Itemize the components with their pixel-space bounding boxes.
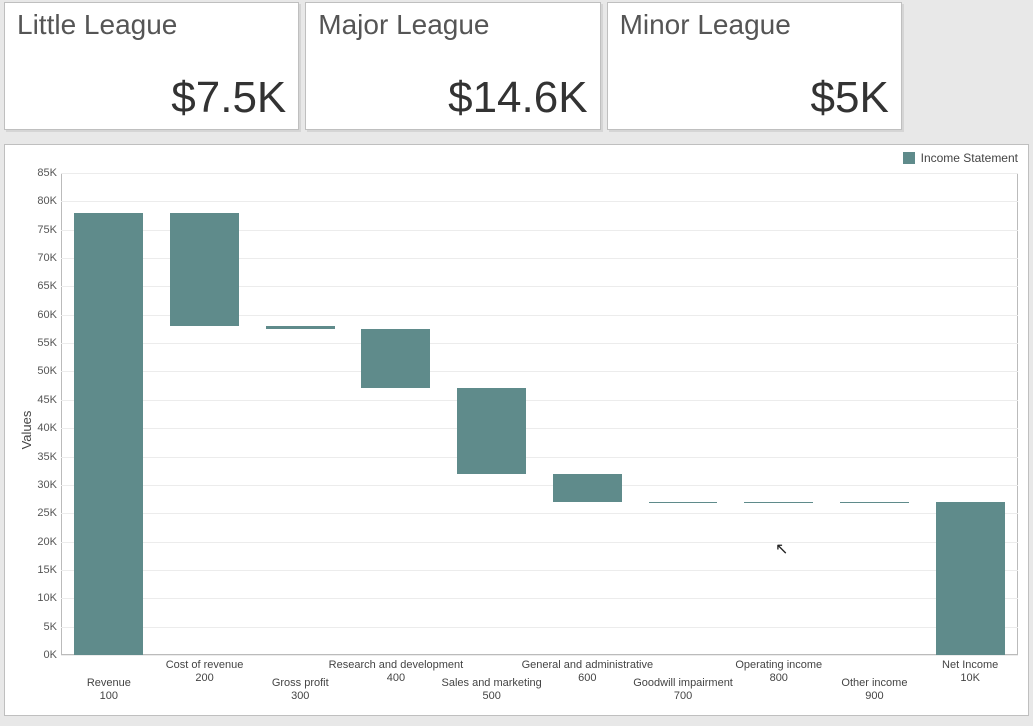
legend-label: Income Statement [921,151,1018,165]
kpi-card-little-league[interactable]: Little League $7.5K [4,2,299,130]
kpi-card-value: $5K [620,73,889,123]
waterfall-bar[interactable] [266,326,335,329]
y-tick-label: 5K [44,621,57,633]
chart-legend: Income Statement [903,151,1018,165]
kpi-card-minor-league[interactable]: Minor League $5K [607,2,902,130]
y-tick-label: 80K [37,195,57,207]
kpi-card-major-league[interactable]: Major League $14.6K [305,2,600,130]
waterfall-bar[interactable] [649,502,718,503]
y-tick-label: 10K [37,592,57,604]
waterfall-bar[interactable] [74,213,143,655]
waterfall-bar[interactable] [553,474,622,502]
x-tick-label: Other income900 [841,677,907,702]
y-tick-label: 85K [37,167,57,179]
y-tick-label: 70K [37,252,57,264]
waterfall-bar[interactable] [170,213,239,326]
x-tick-label: Revenue100 [87,677,131,702]
y-tick-label: 40K [37,422,57,434]
y-axis-label: Values [19,411,34,450]
y-tick-label: 60K [37,309,57,321]
y-tick-label: 30K [37,479,57,491]
kpi-card-title: Major League [318,9,587,41]
y-tick-label: 75K [37,224,57,236]
y-tick-label: 55K [37,337,57,349]
x-tick-label: Goodwill impairment700 [633,677,733,702]
y-tick-label: 0K [44,649,57,661]
waterfall-chart-panel[interactable]: Income Statement Values ↖ 0K5K10K15K20K2… [4,144,1029,716]
y-tick-label: 15K [37,564,57,576]
y-tick-label: 20K [37,536,57,548]
waterfall-bar[interactable] [361,329,430,389]
waterfall-bar[interactable] [744,502,813,503]
waterfall-bar[interactable] [457,388,526,473]
y-tick-label: 50K [37,365,57,377]
y-tick-label: 25K [37,507,57,519]
kpi-card-title: Minor League [620,9,889,41]
x-tick-label: Cost of revenue200 [166,659,244,684]
kpi-card-value: $14.6K [318,73,587,123]
y-tick-label: 65K [37,280,57,292]
waterfall-bar[interactable] [840,502,909,503]
kpi-cards-row: Little League $7.5K Major League $14.6K … [0,0,1033,130]
x-tick-label: Net Income10K [942,659,998,684]
kpi-card-title: Little League [17,9,286,41]
legend-swatch-icon [903,152,915,164]
y-tick-label: 45K [37,394,57,406]
x-tick-label: Operating income800 [735,659,822,684]
y-tick-label: 35K [37,451,57,463]
waterfall-bar[interactable] [936,502,1005,655]
kpi-card-value: $7.5K [17,73,286,123]
x-tick-label: Gross profit300 [272,677,329,702]
